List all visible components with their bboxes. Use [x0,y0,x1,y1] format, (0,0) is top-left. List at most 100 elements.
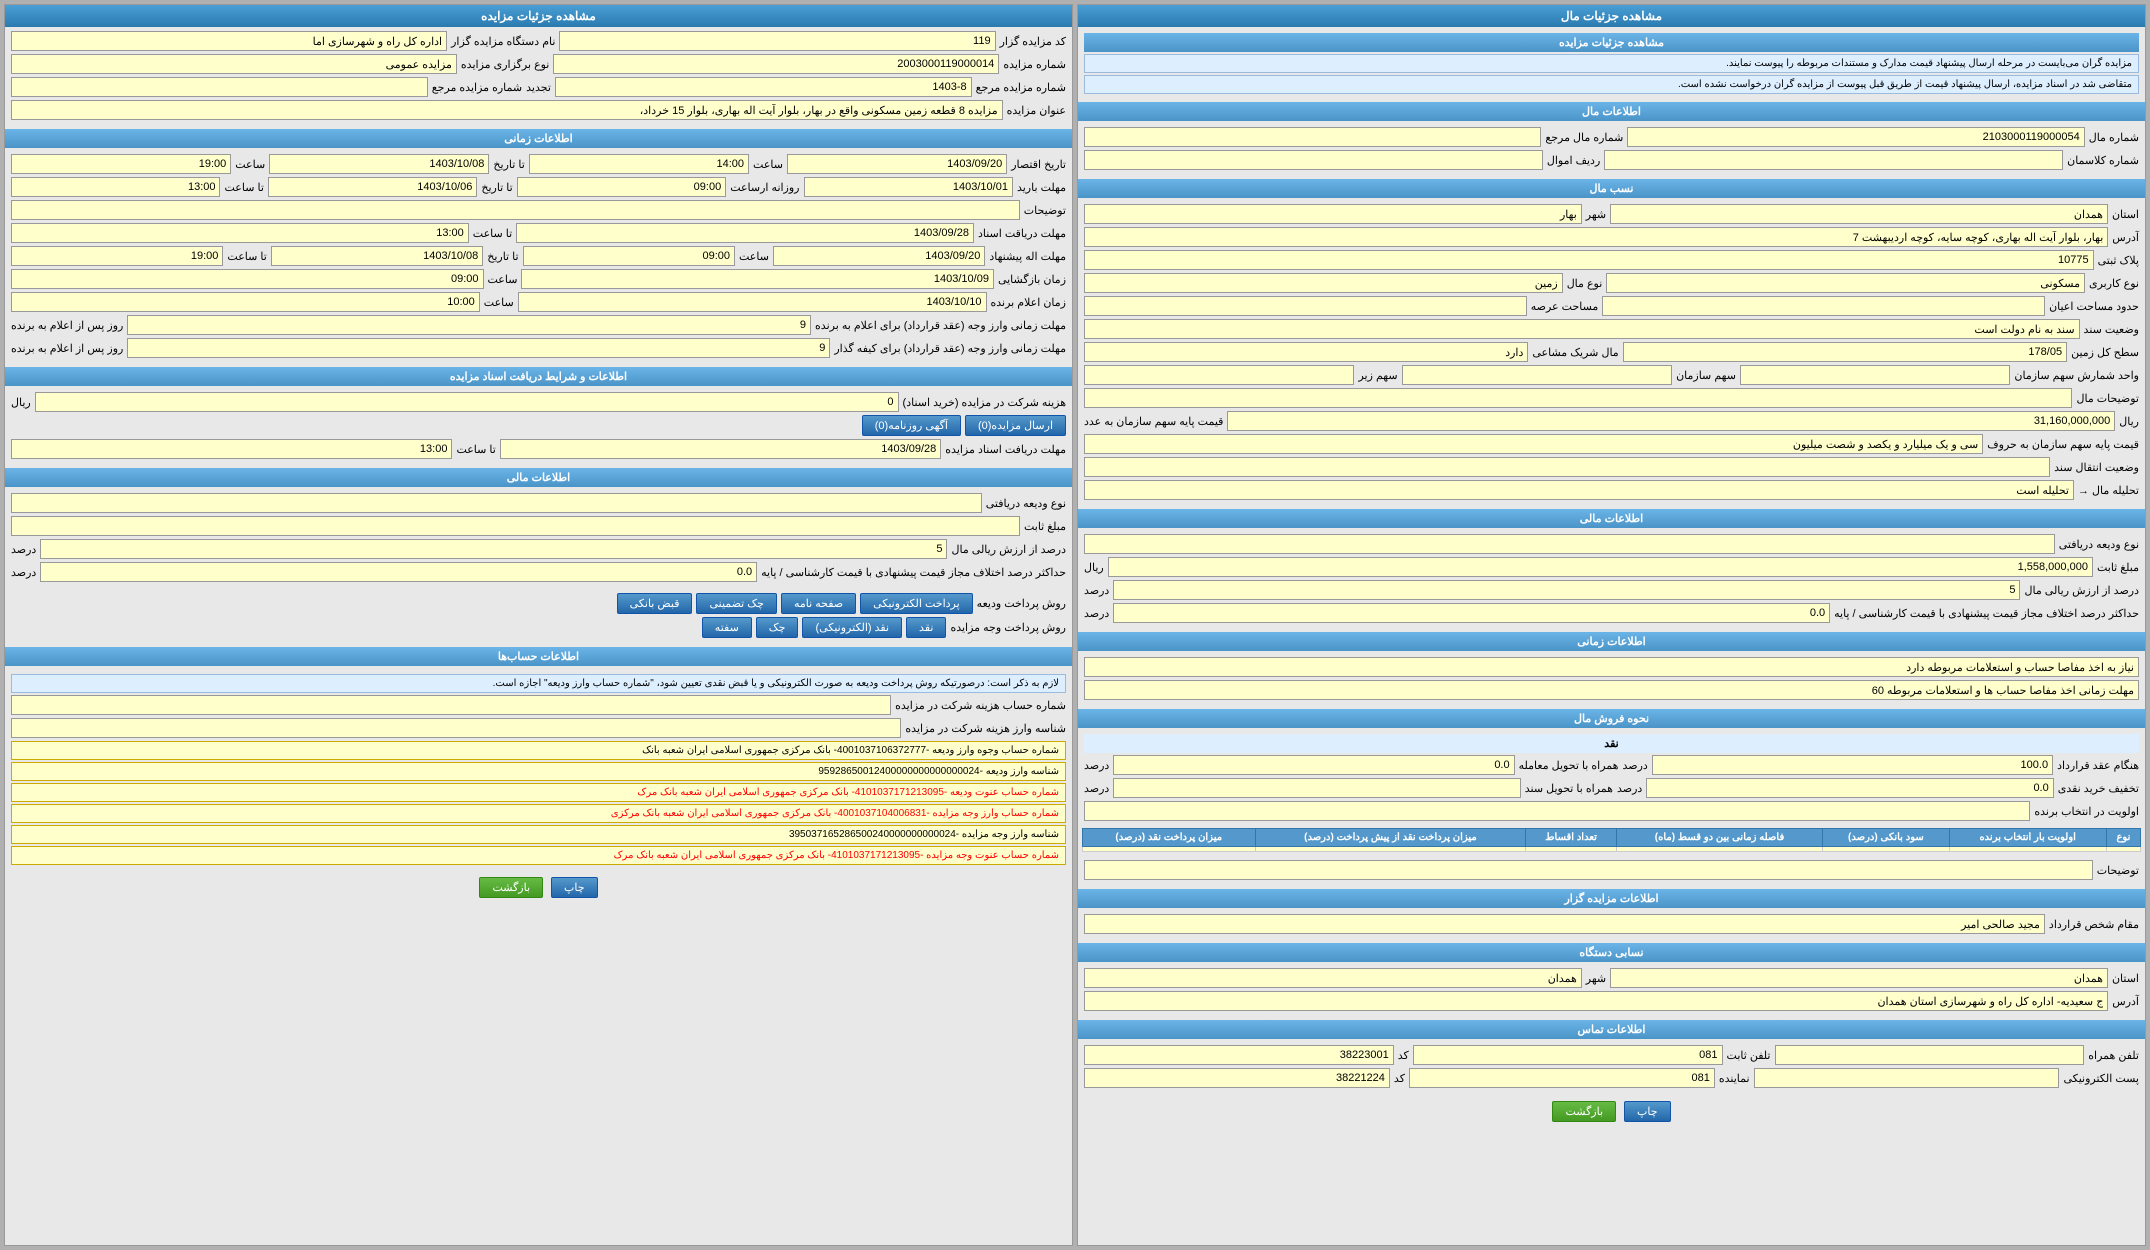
tarikh-moze2-input[interactable] [11,77,428,97]
pardakht-elec-button[interactable]: پرداخت الکترونیکی [860,593,973,614]
vaziat-entegal-input[interactable] [1084,457,2050,477]
noe-vadie-input[interactable] [1084,534,2055,554]
sath-input[interactable] [1623,342,2067,362]
saat-ta-input[interactable] [11,154,231,174]
hazine-input[interactable] [35,392,899,412]
hengam-input[interactable] [1652,755,2053,775]
name-dastgah-input[interactable] [11,31,447,51]
saat-eshterak-ta-input[interactable] [11,246,223,266]
mablagh-input[interactable] [1108,557,2093,577]
hadaqal-input[interactable] [1113,603,1830,623]
saat-barideh-input[interactable] [517,177,726,197]
dastgah-shahr-input[interactable] [1084,968,1582,988]
noe-bargozari-input[interactable] [11,54,457,74]
mohlat-eshterak-ta-input[interactable] [271,246,483,266]
radif-amval-input[interactable] [1084,150,1543,170]
ta-saat-dr-input[interactable] [11,439,452,459]
ta-saat-estad-input[interactable] [11,223,469,243]
send-mozayede-button[interactable]: ارسال مزایده(0) [965,415,1066,436]
tarikh-ebteda-label: تاریخ اقتصار [1011,158,1066,171]
plak-label: پلاک ثبتی [2098,254,2139,267]
chek-button[interactable]: چک تضمینی [696,593,776,614]
saat-barg-input[interactable] [11,269,484,289]
hefz-input[interactable] [1084,657,2139,677]
naghd-elec-button[interactable]: نقد (الکترونیکی) [802,617,902,638]
right-bazgasht-button[interactable]: بازگشت [479,877,543,898]
agahi-button[interactable]: آگهی روزنامه(0) [862,415,961,436]
noe-vadie-right-input[interactable] [11,493,982,513]
darsad-rialy-input[interactable] [1113,580,2020,600]
hadaqal-right-input[interactable] [40,562,757,582]
zaman-bargozari-input[interactable] [521,269,994,289]
shomare-moze2-input[interactable] [555,77,972,97]
tozih-install-input[interactable] [1084,860,2093,880]
left-chap-button[interactable]: چاپ [1624,1101,1671,1122]
mohlat-eshterak-az-input[interactable] [773,246,985,266]
chek2-button[interactable]: چک [756,617,799,638]
shomare-mal-moraje-input[interactable] [1084,127,1541,147]
hodood-input[interactable] [1602,296,2045,316]
qimat-paye-input[interactable] [1227,411,2115,431]
ta-tarikh-input[interactable] [268,177,477,197]
saat-az-input[interactable] [529,154,749,174]
sahm-input[interactable] [1402,365,1672,385]
shomare-hesab-shirkat-input[interactable] [11,695,891,715]
right-chap-button[interactable]: چاپ [551,877,598,898]
sahm-zir-input[interactable] [1084,365,1354,385]
darsad-rialy-right-input[interactable] [40,539,947,559]
mal-sharik-input[interactable] [1084,342,1528,362]
sefhe-button[interactable]: سفته [702,617,752,638]
qimat-harf-input[interactable] [1084,434,1983,454]
mohlat-hefz-input[interactable] [1084,680,2139,700]
noe-mal-input[interactable] [1084,273,1563,293]
mosahat-input[interactable] [1084,296,1527,316]
mohlat-barideh-input[interactable] [804,177,1013,197]
post-input[interactable] [1754,1068,2060,1088]
telefon-input[interactable] [1775,1045,2085,1065]
dastgah-ostan-input[interactable] [1610,968,2108,988]
mohlat-vaze-input[interactable] [127,315,811,335]
onvan-input[interactable] [11,100,1003,120]
shahr-input[interactable] [1084,204,1582,224]
naghd-button[interactable]: نقد [906,617,946,638]
adress-input[interactable] [1084,227,2108,247]
moqam-input[interactable] [1084,914,2045,934]
tarikh-ebteda-input[interactable] [787,154,1007,174]
telfon-code-input[interactable] [1413,1045,1723,1065]
tahvil2-input[interactable] [1113,778,1520,798]
namaindeh-code-input[interactable] [1409,1068,1715,1088]
plak-input[interactable] [1084,250,2094,270]
ealam-barandeh-input[interactable] [518,292,987,312]
tarikh-ta-label: تا تاریخ [493,158,524,171]
shomare-mal-input[interactable] [1627,127,2084,147]
tarikh-ta-input[interactable] [269,154,489,174]
zaman-bargozari-label: زمان بازگشایی [998,273,1066,286]
saat-eshterak-az-input[interactable] [523,246,735,266]
saat-ta2-input[interactable] [11,177,220,197]
mohlat-daryaft-az-input[interactable] [500,439,941,459]
sefhe-name-button[interactable]: صفحه نامه [781,593,856,614]
tahlil-input[interactable] [1084,480,2074,500]
avliat-input[interactable] [1084,801,2030,821]
tahvil-input[interactable] [1113,755,1514,775]
shabase-shirkat-input[interactable] [11,718,901,738]
qehs-button[interactable]: قبض بانکی [617,593,693,614]
shomare-klas-input[interactable] [1604,150,2063,170]
mohlat-kefil-input[interactable] [127,338,830,358]
shomare-moze-input[interactable] [553,54,999,74]
code-moze-input[interactable] [559,31,995,51]
vahed-input[interactable] [1740,365,2010,385]
tozih-input[interactable] [1084,388,2072,408]
karbari-input[interactable] [1606,273,2085,293]
ostan-input[interactable] [1610,204,2108,224]
mohlat-estad-input[interactable] [516,223,974,243]
left-bazgasht-button[interactable]: بازگشت [1552,1101,1616,1122]
taghid-input[interactable] [1646,778,2053,798]
dastgah-adress-input[interactable] [1084,991,2108,1011]
mablagh-right-input[interactable] [11,516,1020,536]
tozih-zamani-input[interactable] [11,200,1020,220]
namaindeh-input[interactable] [1084,1068,1390,1088]
saat-ealam-input[interactable] [11,292,480,312]
vaziat-sanad-input[interactable] [1084,319,2080,339]
telfon-sabt-input[interactable] [1084,1045,1394,1065]
